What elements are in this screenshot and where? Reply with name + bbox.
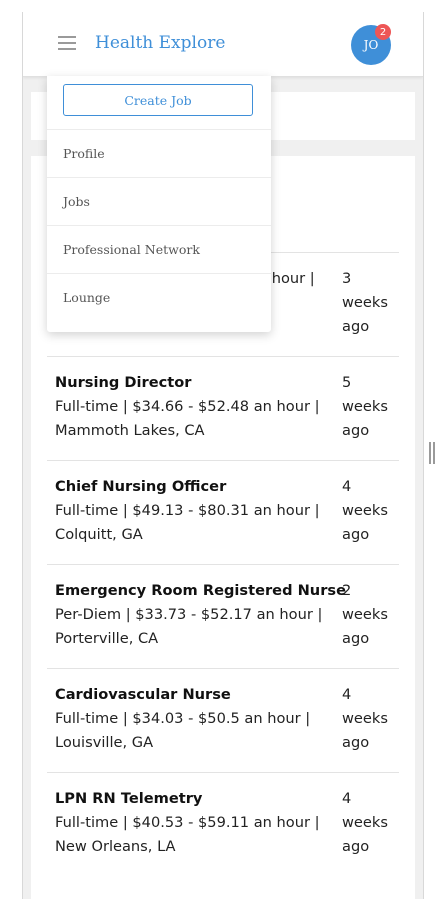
job-title: Chief Nursing Officer	[55, 478, 227, 495]
job-age-number: 4	[342, 686, 352, 703]
notification-badge: 2	[375, 24, 391, 40]
job-age: 5 weeks ago	[342, 371, 402, 443]
job-type-pay: Per-Diem | $33.73 - $52.17 an hour |	[55, 606, 323, 623]
job-age-unit: weeks	[342, 398, 388, 415]
job-info: Cardiovascular Nurse Full-time | $34.03 …	[55, 683, 340, 755]
job-age-unit: weeks	[342, 606, 388, 623]
menu-item-professional-network[interactable]: Professional Network	[47, 225, 271, 273]
job-info: Nursing Director Full-time | $34.66 - $5…	[55, 371, 340, 443]
job-row[interactable]: LPN RN Telemetry Full-time | $40.53 - $5…	[47, 772, 399, 876]
job-age-unit: weeks	[342, 814, 388, 831]
job-list: Traveler | $37.89 - $64.56 an hour | Fra…	[47, 252, 399, 876]
job-title: Nursing Director	[55, 374, 192, 391]
job-age: 4 weeks ago	[342, 787, 402, 859]
job-age-number: 4	[342, 478, 352, 495]
resize-handle-icon[interactable]	[429, 442, 435, 464]
create-job-button[interactable]: Create Job	[63, 84, 253, 116]
job-age: 4 weeks ago	[342, 683, 402, 755]
job-age-number: 2	[342, 582, 352, 599]
top-bar: Health Explore JO 2	[23, 12, 423, 77]
job-info: Chief Nursing Officer Full-time | $49.13…	[55, 475, 340, 547]
job-age-suffix: ago	[342, 526, 370, 543]
job-age: 4 weeks ago	[342, 475, 402, 547]
job-row[interactable]: Cardiovascular Nurse Full-time | $34.03 …	[47, 668, 399, 772]
job-type-pay: Full-time | $40.53 - $59.11 an hour |	[55, 814, 320, 831]
menu-item-profile[interactable]: Profile	[47, 129, 271, 177]
nav-dropdown-menu: Create Job Profile Jobs Professional Net…	[47, 76, 271, 332]
hamburger-menu-icon[interactable]	[58, 36, 76, 50]
job-type-pay: Full-time | $34.03 - $50.5 an hour |	[55, 710, 311, 727]
job-age-suffix: ago	[342, 838, 370, 855]
app-frame: Health Explore JO 2 Traveler | $37.89 - …	[22, 12, 424, 899]
job-age-unit: weeks	[342, 502, 388, 519]
job-age-number: 5	[342, 374, 352, 391]
job-type-pay: Full-time | $49.13 - $80.31 an hour |	[55, 502, 320, 519]
avatar-initials: JO	[363, 38, 379, 52]
job-age: 3 weeks ago	[342, 267, 402, 339]
job-age: 2 weeks ago	[342, 579, 402, 651]
job-location: Mammoth Lakes, CA	[55, 422, 205, 439]
job-age-number: 3	[342, 270, 352, 287]
job-row[interactable]: Chief Nursing Officer Full-time | $49.13…	[47, 460, 399, 564]
job-title: LPN RN Telemetry	[55, 790, 203, 807]
job-age-unit: weeks	[342, 294, 388, 311]
menu-item-lounge[interactable]: Lounge	[47, 273, 271, 321]
job-title: Cardiovascular Nurse	[55, 686, 231, 703]
job-age-number: 4	[342, 790, 352, 807]
job-type-pay: Full-time | $34.66 - $52.48 an hour |	[55, 398, 320, 415]
job-age-suffix: ago	[342, 318, 370, 335]
job-info: LPN RN Telemetry Full-time | $40.53 - $5…	[55, 787, 340, 859]
job-location: Louisville, GA	[55, 734, 154, 751]
job-info: Emergency Room Registered Nurse Per-Diem…	[55, 579, 346, 651]
job-row[interactable]: Nursing Director Full-time | $34.66 - $5…	[47, 356, 399, 460]
job-location: Colquitt, GA	[55, 526, 143, 543]
job-row[interactable]: Emergency Room Registered Nurse Per-Diem…	[47, 564, 399, 668]
job-age-suffix: ago	[342, 734, 370, 751]
job-age-suffix: ago	[342, 422, 370, 439]
menu-item-jobs[interactable]: Jobs	[47, 177, 271, 225]
job-location: New Orleans, LA	[55, 838, 176, 855]
job-age-unit: weeks	[342, 710, 388, 727]
brand-title[interactable]: Health Explore	[95, 33, 225, 53]
job-age-suffix: ago	[342, 630, 370, 647]
job-location: Porterville, CA	[55, 630, 159, 647]
job-title: Emergency Room Registered Nurse	[55, 582, 346, 599]
